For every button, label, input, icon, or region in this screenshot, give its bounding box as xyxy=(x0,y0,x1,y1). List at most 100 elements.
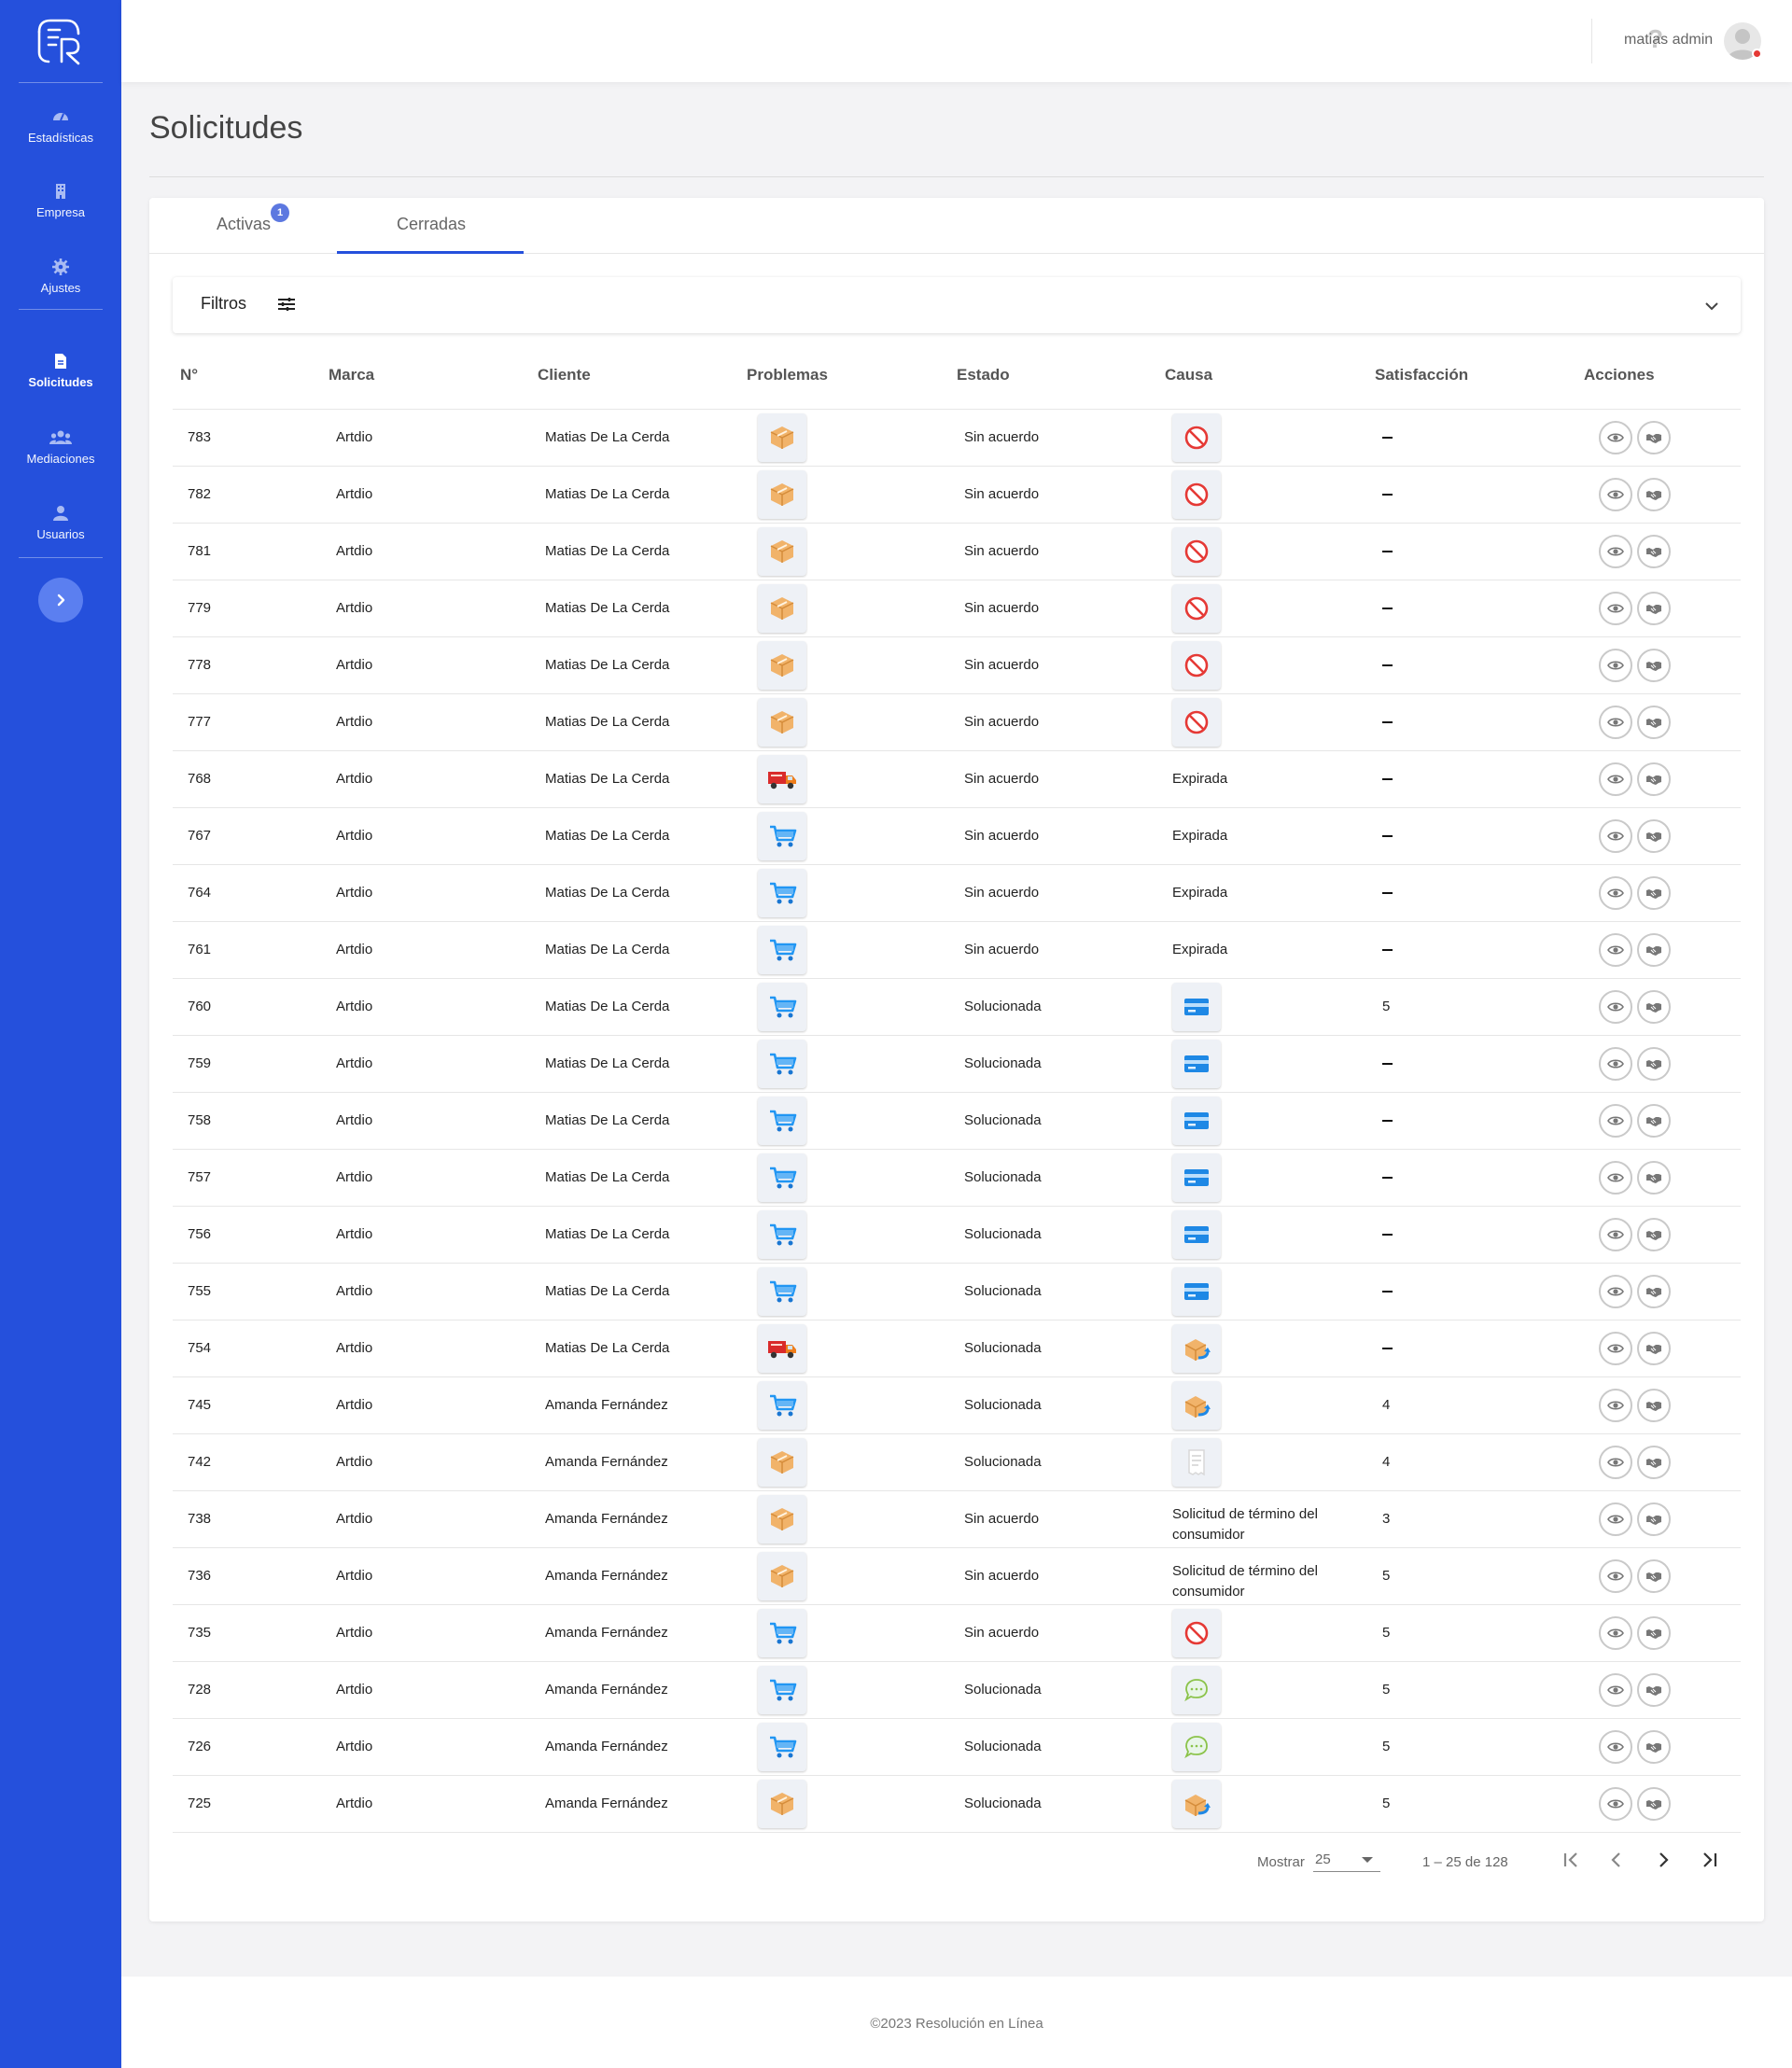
view-button[interactable] xyxy=(1599,649,1632,682)
table-row[interactable]: 742 Artdio Amanda Fernández Solucionada 4 xyxy=(173,1434,1741,1491)
sidebar-item-usuarios[interactable]: Usuarios xyxy=(0,499,121,565)
view-button[interactable] xyxy=(1599,876,1632,910)
view-button[interactable] xyxy=(1599,421,1632,454)
column-header[interactable]: N° xyxy=(180,366,198,384)
view-button[interactable] xyxy=(1599,990,1632,1024)
view-button[interactable] xyxy=(1599,592,1632,625)
view-button[interactable] xyxy=(1599,478,1632,511)
mediation-button[interactable] xyxy=(1637,819,1671,853)
mediation-button[interactable] xyxy=(1637,1730,1671,1764)
view-button[interactable] xyxy=(1599,1161,1632,1195)
mediation-button[interactable] xyxy=(1637,592,1671,625)
mediation-button[interactable] xyxy=(1637,1446,1671,1479)
mediation-button[interactable] xyxy=(1637,1047,1671,1081)
mediation-button[interactable] xyxy=(1637,933,1671,967)
view-button[interactable] xyxy=(1599,933,1632,967)
table-row[interactable]: 736 Artdio Amanda Fernández Sin acuerdo Soli… xyxy=(173,1548,1741,1605)
table-row[interactable]: 777 Artdio Matias De La Cerda Sin acuerdo xyxy=(173,694,1741,751)
column-header[interactable]: Problemas xyxy=(747,366,828,384)
tab-activas[interactable]: Activas xyxy=(217,215,271,234)
mediation-button[interactable] xyxy=(1637,1104,1671,1138)
table-row[interactable]: 768 Artdio Matias De La Cerda Sin acuerdo Ex… xyxy=(173,751,1741,808)
table-row[interactable]: 761 Artdio Matias De La Cerda Sin acuerdo Ex… xyxy=(173,922,1741,979)
column-header[interactable]: Causa xyxy=(1165,366,1212,384)
table-row[interactable]: 758 Artdio Matias De La Cerda Solucionada xyxy=(173,1093,1741,1150)
view-button[interactable] xyxy=(1599,1673,1632,1707)
table-row[interactable]: 754 Artdio Matias De La Cerda Solucionada xyxy=(173,1320,1741,1377)
sidebar-item-empresa[interactable]: Empresa xyxy=(0,177,121,243)
mediation-button[interactable] xyxy=(1637,1275,1671,1308)
mediation-button[interactable] xyxy=(1637,1389,1671,1422)
view-button[interactable] xyxy=(1599,1275,1632,1308)
next-page-button[interactable] xyxy=(1649,1846,1677,1874)
view-button[interactable] xyxy=(1599,1332,1632,1365)
table-row[interactable]: 757 Artdio Matias De La Cerda Solucionada xyxy=(173,1150,1741,1207)
view-button[interactable] xyxy=(1599,1104,1632,1138)
prev-page-button[interactable] xyxy=(1603,1846,1631,1874)
column-header[interactable]: Satisfacción xyxy=(1375,366,1468,384)
column-header[interactable]: Acciones xyxy=(1584,366,1655,384)
user-name[interactable]: matias admin xyxy=(1624,32,1713,49)
column-header[interactable]: Marca xyxy=(329,366,374,384)
mediation-button[interactable] xyxy=(1637,1559,1671,1593)
table-row[interactable]: 760 Artdio Matias De La Cerda Solucionada 5 xyxy=(173,979,1741,1036)
mediation-button[interactable] xyxy=(1637,1161,1671,1195)
mediation-button[interactable] xyxy=(1637,1218,1671,1251)
sidebar-item-mediaciones[interactable]: Mediaciones xyxy=(0,424,121,489)
view-button[interactable] xyxy=(1599,1047,1632,1081)
first-page-button[interactable] xyxy=(1557,1846,1585,1874)
table-row[interactable]: 726 Artdio Amanda Fernández Solucionada 5 xyxy=(173,1719,1741,1776)
mediation-button[interactable] xyxy=(1637,1332,1671,1365)
view-button[interactable] xyxy=(1599,706,1632,739)
view-button[interactable] xyxy=(1599,1730,1632,1764)
view-button[interactable] xyxy=(1599,1559,1632,1593)
view-button[interactable] xyxy=(1599,1502,1632,1536)
sidebar-item-solicitudes[interactable]: Solicitudes xyxy=(0,347,121,412)
table-row[interactable]: 725 Artdio Amanda Fernández Solucionada 5 xyxy=(173,1776,1741,1833)
table-row[interactable]: 783 Artdio Matias De La Cerda Sin acuerdo xyxy=(173,410,1741,467)
mediation-button[interactable] xyxy=(1637,706,1671,739)
sidebar-item-estadisticas[interactable]: Estadísticas xyxy=(0,103,121,168)
view-button[interactable] xyxy=(1599,1218,1632,1251)
table-row[interactable]: 738 Artdio Amanda Fernández Sin acuerdo Soli… xyxy=(173,1491,1741,1548)
page-size-select[interactable]: 25 xyxy=(1313,1848,1380,1872)
table-row[interactable]: 728 Artdio Amanda Fernández Solucionada 5 xyxy=(173,1662,1741,1719)
mediation-button[interactable] xyxy=(1637,649,1671,682)
table-row[interactable]: 778 Artdio Matias De La Cerda Sin acuerdo xyxy=(173,637,1741,694)
logo-icon[interactable] xyxy=(32,15,84,67)
table-row[interactable]: 779 Artdio Matias De La Cerda Sin acuerdo xyxy=(173,580,1741,637)
view-button[interactable] xyxy=(1599,762,1632,796)
column-header[interactable]: Estado xyxy=(957,366,1010,384)
table-row[interactable]: 735 Artdio Amanda Fernández Sin acuerdo 5 xyxy=(173,1605,1741,1662)
sidebar-expand-button[interactable] xyxy=(38,578,83,622)
view-button[interactable] xyxy=(1599,1787,1632,1821)
mediation-button[interactable] xyxy=(1637,535,1671,568)
filters-panel[interactable]: Filtros xyxy=(173,277,1741,333)
tab-cerradas[interactable]: Cerradas xyxy=(397,215,466,234)
table-row[interactable]: 759 Artdio Matias De La Cerda Solucionada xyxy=(173,1036,1741,1093)
chevron-down-icon[interactable] xyxy=(1703,298,1720,314)
mediation-button[interactable] xyxy=(1637,1616,1671,1650)
view-button[interactable] xyxy=(1599,819,1632,853)
table-row[interactable]: 781 Artdio Matias De La Cerda Sin acuerdo xyxy=(173,524,1741,580)
mediation-button[interactable] xyxy=(1637,876,1671,910)
mediation-button[interactable] xyxy=(1637,421,1671,454)
view-button[interactable] xyxy=(1599,1446,1632,1479)
mediation-button[interactable] xyxy=(1637,478,1671,511)
mediation-button[interactable] xyxy=(1637,762,1671,796)
table-row[interactable]: 767 Artdio Matias De La Cerda Sin acuerdo Ex… xyxy=(173,808,1741,865)
table-row[interactable]: 782 Artdio Matias De La Cerda Sin acuerdo xyxy=(173,467,1741,524)
table-row[interactable]: 764 Artdio Matias De La Cerda Sin acuerdo Ex… xyxy=(173,865,1741,922)
column-header[interactable]: Cliente xyxy=(538,366,591,384)
view-button[interactable] xyxy=(1599,1616,1632,1650)
table-row[interactable]: 756 Artdio Matias De La Cerda Solucionada xyxy=(173,1207,1741,1264)
last-page-button[interactable] xyxy=(1696,1846,1724,1874)
mediation-button[interactable] xyxy=(1637,1502,1671,1536)
table-row[interactable]: 745 Artdio Amanda Fernández Solucionada 4 xyxy=(173,1377,1741,1434)
mediation-button[interactable] xyxy=(1637,1673,1671,1707)
mediation-button[interactable] xyxy=(1637,990,1671,1024)
view-button[interactable] xyxy=(1599,535,1632,568)
table-row[interactable]: 755 Artdio Matias De La Cerda Solucionada xyxy=(173,1264,1741,1320)
mediation-button[interactable] xyxy=(1637,1787,1671,1821)
view-button[interactable] xyxy=(1599,1389,1632,1422)
